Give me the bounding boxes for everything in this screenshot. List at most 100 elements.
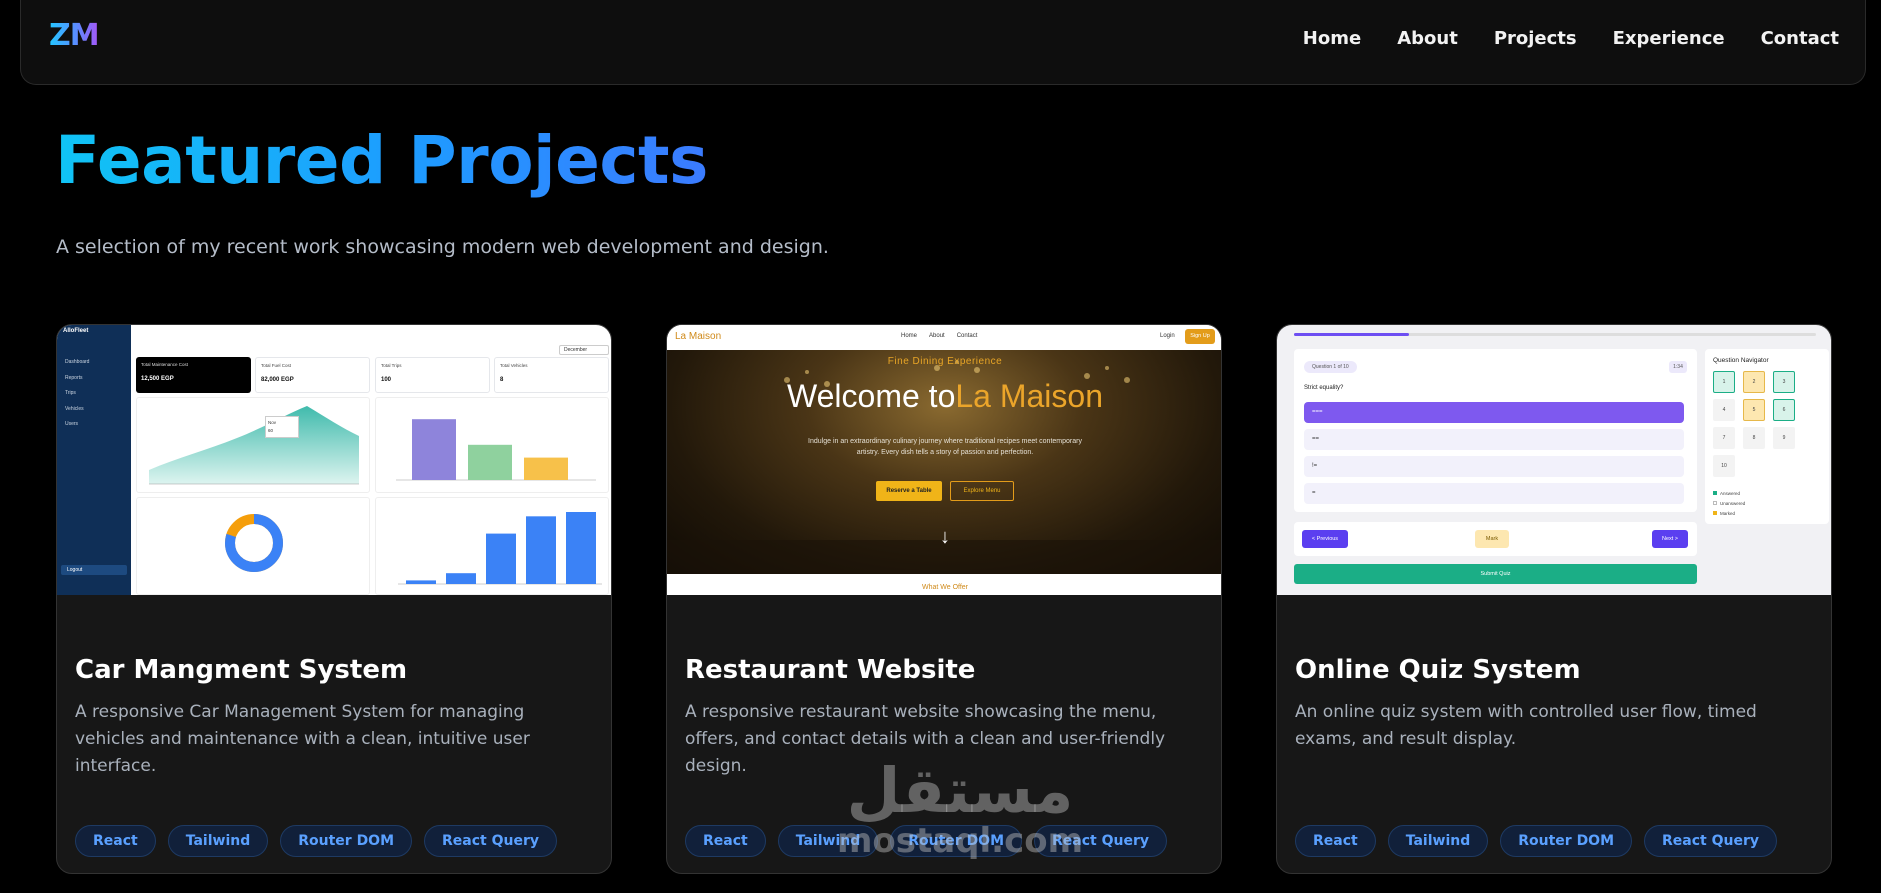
navbar: ZM Home About Projects Experience Contac… xyxy=(20,0,1866,85)
question-number: 2 xyxy=(1743,371,1765,393)
preview-eyebrow: Fine Dining Experience xyxy=(887,356,1003,367)
project-card-car-management[interactable]: AlloFleet Dashboard Reports Trips Vehicl… xyxy=(56,324,612,874)
preview-timer: 1:34 xyxy=(1669,361,1687,373)
preview-option: != xyxy=(1304,456,1684,477)
bar xyxy=(524,457,568,480)
restaurant-screenshot: La Maison Home About Contact Login Sign … xyxy=(667,325,1221,595)
preview-hero: Fine Dining Experience Welcome toLa Mais… xyxy=(667,350,1221,574)
quiz-screenshot: Question 1 of 10 1:34 Strict equality? =… xyxy=(1277,325,1831,595)
tag: React Query xyxy=(1034,825,1168,857)
project-description: A responsive restaurant website showcasi… xyxy=(685,702,1166,776)
preview-nav-item: About xyxy=(929,333,945,339)
preview-bar-chart-svg xyxy=(396,419,596,481)
preview-stat-card: Total Fuel Cost 82,000 EGP xyxy=(255,357,370,393)
preview-bar-chart xyxy=(375,397,609,493)
preview-logout: Logout xyxy=(61,565,127,575)
preview-question-panel: Question 1 of 10 1:34 Strict equality? =… xyxy=(1294,349,1697,512)
nav-links: Home About Projects Experience Contact xyxy=(1303,28,1839,49)
preview-column-chart-svg xyxy=(398,512,602,585)
project-title: Car Mangment System xyxy=(75,655,408,685)
preview-tooltip: Nov 60 xyxy=(265,416,299,438)
nav-contact[interactable]: Contact xyxy=(1761,28,1839,49)
preview-option: === xyxy=(1304,402,1684,423)
arrow-down-icon: ↓ xyxy=(940,526,950,548)
preview-legend: Answered Unanswered Marked xyxy=(1713,489,1745,519)
tag: Tailwind xyxy=(167,825,269,857)
preview-stat-card: Total Vehicles 8 xyxy=(494,357,609,393)
project-title: Restaurant Website xyxy=(685,655,976,685)
preview-sidebar-item: Vehicles xyxy=(65,405,84,412)
car-management-screenshot: AlloFleet Dashboard Reports Trips Vehicl… xyxy=(57,325,611,595)
preview-heading: Welcome toLa Maison xyxy=(787,378,1103,414)
column-bar xyxy=(446,573,476,584)
preview-sidebar: AlloFleet Dashboard Reports Trips Vehicl… xyxy=(57,325,131,595)
tag: React Query xyxy=(1644,825,1778,857)
preview-intro: Indulge in an extraordinary culinary jou… xyxy=(808,438,1082,456)
tag-list: React Tailwind Router DOM React Query xyxy=(685,825,1168,857)
preview-column-chart xyxy=(375,497,609,595)
question-number: 5 xyxy=(1743,399,1765,421)
section-subtitle: A selection of my recent work showcasing… xyxy=(56,236,829,258)
preview-sidebar-item: Trips xyxy=(65,390,76,396)
section-title: Featured Projects xyxy=(55,122,708,199)
project-description: An online quiz system with controlled us… xyxy=(1295,702,1757,749)
tag-list: React Tailwind Router DOM React Query xyxy=(75,825,558,857)
preview-stat-card: Total Trips 100 xyxy=(375,357,490,393)
preview-navigator-title: Question Navigator xyxy=(1713,357,1769,364)
preview-submit-button: Submit Quiz xyxy=(1294,564,1697,584)
preview-prev-button: < Previous xyxy=(1302,530,1348,548)
column-bar xyxy=(406,580,436,584)
column-bar xyxy=(526,516,556,584)
preview-donut-chart xyxy=(136,497,370,595)
preview-signup: Sign Up xyxy=(1185,329,1215,344)
question-number: 4 xyxy=(1713,399,1735,421)
preview-reserve-button: Reserve a Table xyxy=(876,481,942,501)
logo[interactable]: ZM xyxy=(49,18,100,53)
nav-experience[interactable]: Experience xyxy=(1613,28,1725,49)
nav-about[interactable]: About xyxy=(1397,28,1458,49)
preview-sidebar-item: Users xyxy=(65,421,79,427)
preview-brand: La Maison xyxy=(675,331,722,342)
preview-area-chart: Nov 60 xyxy=(136,397,370,493)
project-card-restaurant[interactable]: La Maison Home About Contact Login Sign … xyxy=(666,324,1222,874)
preview-option: == xyxy=(1304,429,1684,450)
preview-progress-fill xyxy=(1294,333,1409,336)
bar xyxy=(468,444,512,480)
nav-home[interactable]: Home xyxy=(1303,28,1361,49)
preview-mark-button: Mark xyxy=(1475,530,1509,548)
preview-area-chart-svg xyxy=(149,406,359,485)
preview-question: Strict equality? xyxy=(1304,385,1344,391)
preview-nav-item: Contact xyxy=(956,333,978,339)
preview-navbar: La Maison Home About Contact Login Sign … xyxy=(667,325,1221,350)
tag: Router DOM xyxy=(890,825,1023,857)
preview-menu-button: Explore Menu xyxy=(950,481,1014,501)
tag: React xyxy=(685,825,766,857)
question-number: 10 xyxy=(1713,455,1735,477)
column-bar xyxy=(486,533,516,584)
preview-stat-card: Total Maintenance Cost 12,500 EGP xyxy=(136,357,251,393)
tag: React Query xyxy=(424,825,558,857)
tag-list: React Tailwind Router DOM React Query xyxy=(1295,825,1778,857)
tag: Router DOM xyxy=(1500,825,1633,857)
preview-nav-item: Home xyxy=(901,333,918,339)
preview-donut-chart-svg xyxy=(225,514,283,572)
project-title: Online Quiz System xyxy=(1295,655,1581,685)
project-description: A responsive Car Management System for m… xyxy=(75,702,530,776)
nav-projects[interactable]: Projects xyxy=(1494,28,1577,49)
question-number: 1 xyxy=(1713,371,1735,393)
project-card-quiz[interactable]: Question 1 of 10 1:34 Strict equality? =… xyxy=(1276,324,1832,874)
bar xyxy=(412,419,456,480)
preview-option: = xyxy=(1304,483,1684,504)
question-number: 7 xyxy=(1713,427,1735,449)
preview-sidebar-item: Reports xyxy=(65,374,83,381)
preview-footer: What We Offer xyxy=(667,574,1221,595)
preview-next-button: Next > xyxy=(1652,530,1688,548)
preview-login: Login xyxy=(1160,333,1175,339)
preview-sidebar-item: Dashboard xyxy=(65,359,90,365)
preview-question-counter: Question 1 of 10 xyxy=(1304,361,1357,373)
tag: React xyxy=(75,825,156,857)
preview-progress-track xyxy=(1294,333,1816,336)
question-number: 8 xyxy=(1743,427,1765,449)
tag: Tailwind xyxy=(1387,825,1489,857)
preview-navigator: Question Navigator 1 2 3 4 5 6 7 8 9 10 Answered … xyxy=(1705,349,1829,524)
